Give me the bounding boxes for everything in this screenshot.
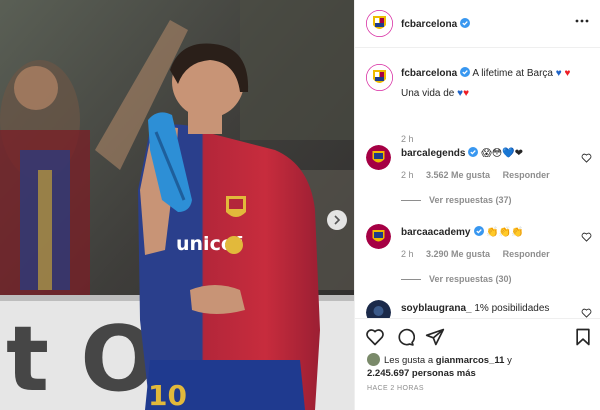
liked-by-prefix: Les gusta a (384, 355, 434, 366)
verified-badge-icon (468, 147, 479, 157)
post-side-panel: fcbarcelona fcbarcelona A lifetime at Ba… (354, 0, 600, 410)
divider-line (401, 200, 421, 202)
more-options-icon[interactable] (575, 16, 589, 26)
caption-body: fcbarcelona A lifetime at Barça ♥ ♥ Una … (401, 67, 591, 101)
verified-badge-icon (473, 226, 484, 236)
liked-by: Les gusta a gianmarcos_11 y 2.245.697 pe… (367, 353, 512, 380)
post-photo[interactable]: t O 10 unicef (0, 0, 354, 410)
view-replies-label[interactable]: Ver respuestas (30) (429, 274, 512, 284)
barcaacademy-crest-icon (366, 224, 391, 249)
svg-text:t O: t O (6, 307, 157, 410)
fcbarcelona-crest-icon (366, 10, 393, 37)
caption-line-2-text: Una vida de (401, 88, 455, 99)
like-comment-icon[interactable] (581, 308, 592, 318)
next-photo-button[interactable] (327, 210, 347, 230)
caption-time[interactable]: 2 h (401, 134, 414, 144)
instagram-post: t O 10 unicef fcbarcelona fcbarcelona A … (0, 0, 600, 410)
account-username[interactable]: fcbarcelona (401, 18, 471, 30)
view-replies-label[interactable]: Ver respuestas (37) (429, 195, 512, 205)
barcalegends-crest-icon (366, 145, 391, 170)
comment-avatar[interactable] (366, 224, 391, 249)
liked-by-conj: y (507, 355, 512, 366)
soyblaugrana-avatar-icon (366, 300, 391, 318)
likes-count-suffix[interactable]: personas más (412, 368, 476, 379)
red-heart-icon: ♥ (463, 88, 470, 99)
likes-count[interactable]: 2.245.697 (367, 368, 409, 379)
svg-text:10: 10 (148, 379, 187, 410)
comment-time[interactable]: 2 h (401, 170, 414, 180)
comment-time[interactable]: 2 h (401, 249, 414, 259)
comment-likes[interactable]: 3.562 Me gusta (426, 170, 490, 180)
like-comment-icon[interactable] (581, 232, 592, 242)
blue-heart-icon: ♥ (555, 68, 562, 79)
verified-badge-icon (460, 67, 471, 77)
divider-line (401, 279, 421, 281)
comment-body: soyblaugrana_ 1% posibilidades (401, 302, 571, 315)
comment-avatar[interactable] (366, 300, 391, 318)
comment-text: 1% posibilidades (474, 303, 550, 314)
liker-avatar[interactable] (367, 353, 380, 366)
view-replies-button[interactable]: Ver respuestas (30) (401, 274, 512, 284)
comment-username[interactable]: barcaacademy (401, 227, 471, 238)
comment-emoji: 👏👏👏 (486, 227, 524, 238)
comment-body: barcaacademy 👏👏👏 (401, 226, 571, 239)
posted-ago[interactable]: HACE 2 HORAS (367, 385, 424, 392)
comment-body: barcalegends 😱😳💙❤ (401, 147, 571, 160)
view-replies-button[interactable]: Ver respuestas (37) (401, 195, 512, 205)
save-icon[interactable] (573, 327, 593, 347)
comment-emoji: 😱😳💙❤ (481, 148, 523, 159)
like-icon[interactable] (365, 327, 385, 347)
comment-avatar[interactable] (366, 145, 391, 170)
account-username-text[interactable]: fcbarcelona (401, 19, 457, 30)
account-avatar[interactable] (366, 10, 393, 37)
red-heart-icon: ♥ (564, 68, 571, 79)
caption-avatar[interactable] (366, 64, 393, 91)
verified-badge-icon (460, 18, 471, 28)
comment-icon[interactable] (395, 327, 415, 347)
post-actions: Les gusta a gianmarcos_11 y 2.245.697 pe… (355, 318, 600, 410)
liked-by-user[interactable]: gianmarcos_11 (436, 355, 505, 366)
share-icon[interactable] (425, 327, 445, 347)
comment-username[interactable]: barcalegends (401, 148, 465, 159)
post-header: fcbarcelona (355, 0, 600, 48)
reply-button[interactable]: Responder (503, 249, 550, 259)
messi-kissing-boot-photo: t O 10 unicef (0, 0, 354, 410)
fcbarcelona-crest-icon (366, 64, 393, 91)
comment-meta: 2 h 3.562 Me gusta Responder (401, 170, 560, 180)
like-comment-icon[interactable] (581, 153, 592, 163)
comment-likes[interactable]: 3.290 Me gusta (426, 249, 490, 259)
reply-button[interactable]: Responder (503, 170, 550, 180)
comment-username[interactable]: soyblaugrana_ (401, 303, 472, 314)
caption-line-2: Una vida de ♥♥ (401, 87, 591, 101)
caption-text: A lifetime at Barça (472, 68, 553, 79)
comment-meta: 2 h 3.290 Me gusta Responder (401, 249, 560, 259)
caption-username[interactable]: fcbarcelona (401, 68, 457, 79)
next-arrow-icon (334, 215, 341, 225)
comments-section[interactable]: fcbarcelona A lifetime at Barça ♥ ♥ Una … (355, 48, 600, 318)
